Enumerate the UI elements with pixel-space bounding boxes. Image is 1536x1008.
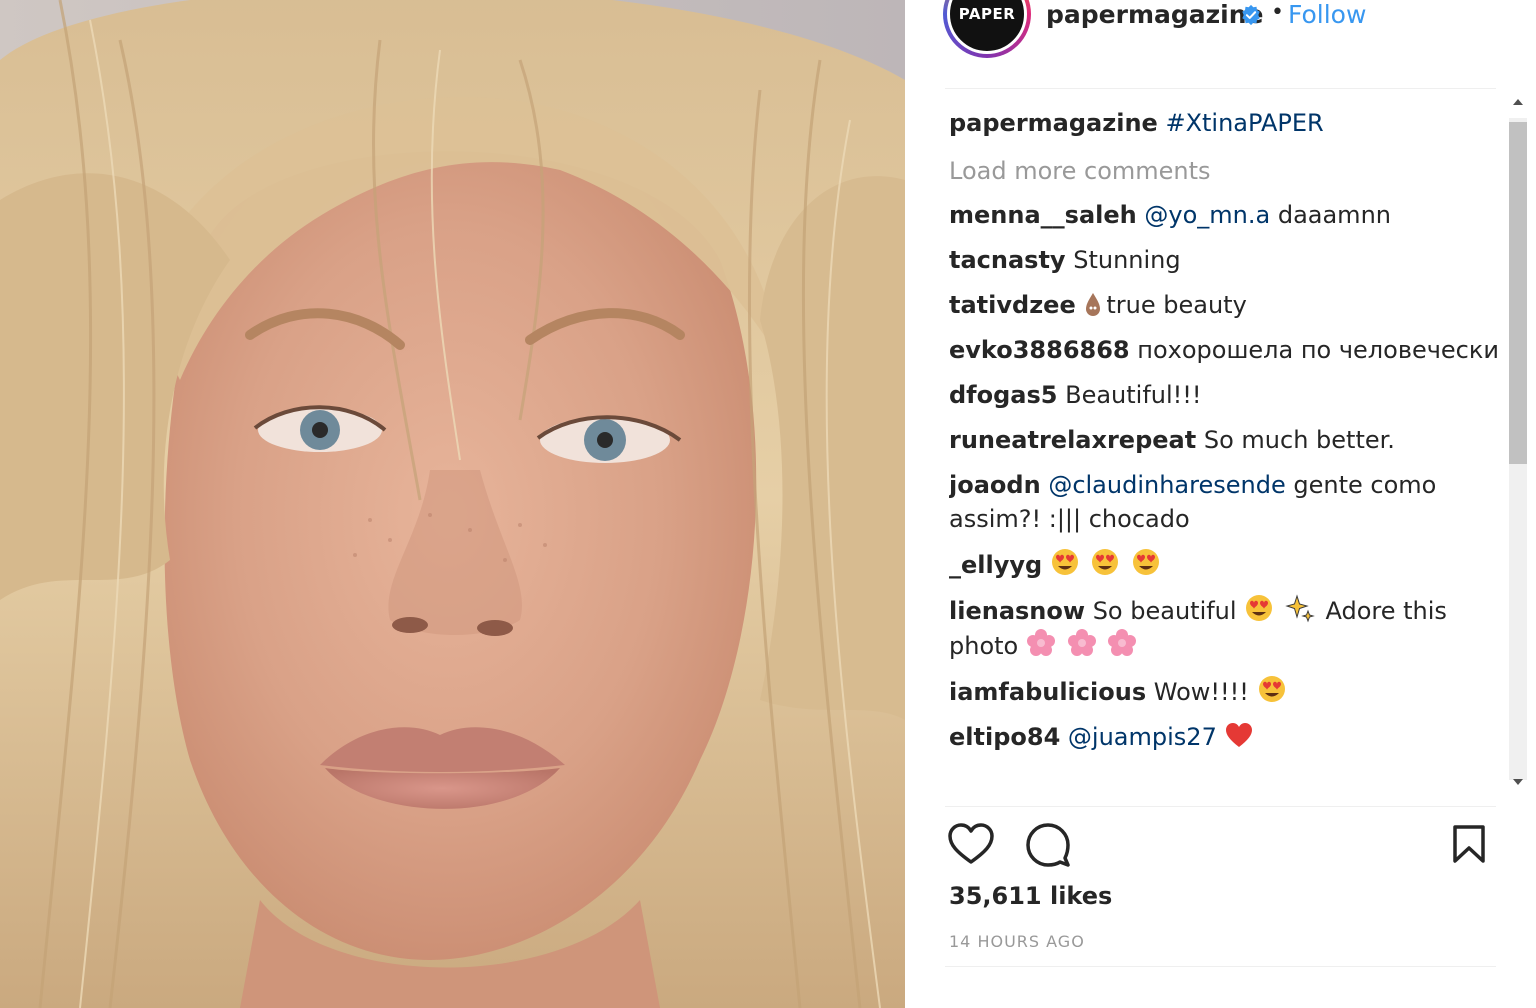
heart-eyes-emoji-icon	[1133, 549, 1160, 575]
comment-username[interactable]: dfogas5	[949, 381, 1057, 409]
comment-item: joaodn @claudinharesende gente como assi…	[949, 468, 1504, 536]
comment-mention[interactable]: @claudinharesende	[1048, 471, 1285, 499]
comment-item: evko3886868 похорошела по человечески	[949, 333, 1504, 367]
comment-text: daaamnn	[1277, 201, 1391, 229]
comment-item: dfogas5 Beautiful!!!	[949, 378, 1504, 412]
comment-username[interactable]: eltipo84	[949, 723, 1060, 751]
post-caption: papermagazine #XtinaPAPER	[949, 106, 1504, 140]
caption-hashtag[interactable]: #XtinaPAPER	[1165, 109, 1323, 137]
portrait-image	[0, 0, 905, 1008]
comment-text: So beautiful	[1092, 597, 1237, 625]
comment-username[interactable]: evko3886868	[949, 336, 1130, 364]
comment-item: runeatrelaxrepeat So much better.	[949, 423, 1504, 457]
instagram-post-view: PAPER papermagazine • Follow papermagazi…	[0, 0, 1536, 1008]
scrollbar-thumb[interactable]	[1509, 122, 1527, 464]
bookmark-icon[interactable]	[1451, 824, 1487, 864]
comment-item: iamfabulicious Wow!!!!	[949, 674, 1504, 709]
post-actions-bar	[905, 818, 1536, 874]
blossom-emoji-icon	[1067, 629, 1096, 656]
comment-text: So much better.	[1203, 426, 1395, 454]
comment-username[interactable]: tativdzee	[949, 291, 1076, 319]
comment-username[interactable]: menna__saleh	[949, 201, 1137, 229]
verified-badge-icon	[1242, 4, 1260, 26]
avatar-image: PAPER	[947, 0, 1027, 54]
comment-username[interactable]: tacnasty	[949, 246, 1066, 274]
comment-item: eltipo84 @juampis27	[949, 720, 1504, 754]
comment-text: похорошела по человечески	[1137, 336, 1499, 364]
scroll-up-arrow-icon[interactable]	[1512, 96, 1524, 108]
comment-text: true beauty	[1106, 291, 1247, 319]
bottom-divider	[945, 966, 1496, 967]
comments-list: papermagazine #XtinaPAPER Load more comm…	[949, 106, 1504, 800]
avatar[interactable]: PAPER	[943, 0, 1031, 58]
comment-text: Beautiful!!!	[1065, 381, 1202, 409]
sparkles-emoji-icon	[1285, 594, 1315, 623]
heart-outline-icon[interactable]	[947, 822, 995, 866]
comment-item: tativdzee true beauty	[949, 288, 1504, 322]
follow-button[interactable]: Follow	[1288, 0, 1366, 29]
heart-eyes-emoji-icon	[1246, 595, 1273, 621]
comment-mention[interactable]: @juampis27	[1068, 723, 1217, 751]
blossom-emoji-icon	[1026, 629, 1055, 656]
heart-eyes-emoji-icon	[1092, 549, 1119, 575]
speech-bubble-icon[interactable]	[1025, 822, 1071, 868]
post-photo[interactable]	[0, 0, 905, 1008]
comment-item: tacnasty Stunning	[949, 243, 1504, 277]
heart-eyes-emoji-icon	[1051, 549, 1078, 575]
comment-item: menna__saleh @yo_mn.a daaamnn	[949, 198, 1504, 232]
post-side-panel: PAPER papermagazine • Follow papermagazi…	[905, 0, 1536, 1008]
comment-username[interactable]: lienasnow	[949, 597, 1085, 625]
comment-item: _ellyyg	[949, 547, 1504, 582]
likes-count[interactable]: 35,611 likes	[949, 882, 1112, 910]
actions-divider	[945, 806, 1496, 807]
avatar-logo-text: PAPER	[958, 5, 1016, 23]
scroll-down-arrow-icon[interactable]	[1512, 776, 1524, 788]
drop-emoji-icon	[1086, 293, 1101, 316]
load-more-comments-button[interactable]: Load more comments	[949, 154, 1504, 188]
red-heart-emoji-icon	[1226, 723, 1253, 747]
header-separator: •	[1271, 0, 1284, 25]
comment-text: Wow!!!!	[1153, 678, 1249, 706]
comment-text: Stunning	[1073, 246, 1181, 274]
comment-username[interactable]: runeatrelaxrepeat	[949, 426, 1196, 454]
comment-item: lienasnow So beautiful Adore this photo	[949, 593, 1504, 663]
header-divider	[945, 88, 1496, 89]
comment-username[interactable]: _ellyyg	[949, 551, 1042, 579]
heart-eyes-emoji-icon	[1258, 676, 1285, 702]
post-header: PAPER papermagazine • Follow	[905, 0, 1536, 88]
post-timestamp[interactable]: 14 HOURS AGO	[949, 932, 1085, 951]
comment-mention[interactable]: @yo_mn.a	[1144, 201, 1270, 229]
header-username[interactable]: papermagazine	[1046, 0, 1264, 29]
blossom-emoji-icon	[1108, 629, 1137, 656]
comment-username[interactable]: joaodn	[949, 471, 1041, 499]
comment-username[interactable]: iamfabulicious	[949, 678, 1146, 706]
caption-username[interactable]: papermagazine	[949, 109, 1158, 137]
